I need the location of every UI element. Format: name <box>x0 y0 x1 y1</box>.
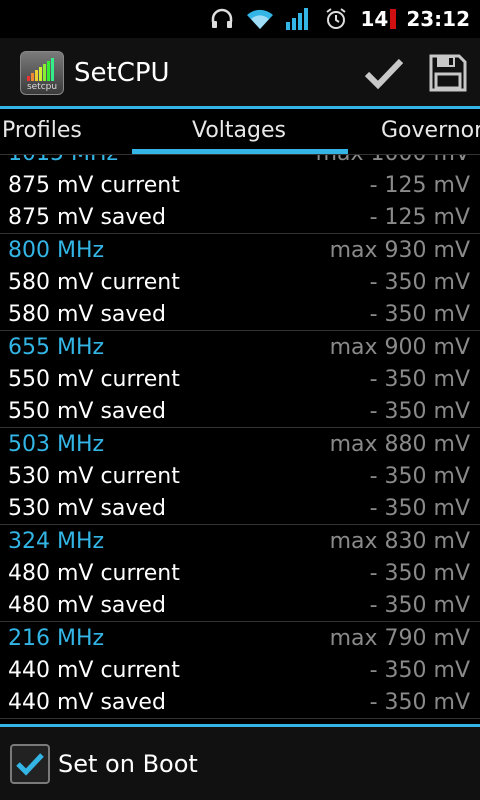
max-voltage: max 880 mV <box>329 431 470 457</box>
current-voltage: 530 mV current <box>8 463 180 489</box>
action-bar: setcpu SetCPU <box>0 38 480 108</box>
frequency-label: 655 MHz <box>8 334 105 360</box>
current-row: 530 mV current - 350 mV <box>0 460 480 492</box>
clock: 23:12 <box>406 7 470 31</box>
tab-governor[interactable]: Governor <box>381 109 480 155</box>
current-row: 550 mV current - 350 mV <box>0 363 480 395</box>
current-voltage: 580 mV current <box>8 269 180 295</box>
current-row: 440 mV current - 350 mV <box>0 654 480 686</box>
saved-voltage: 440 mV saved <box>8 689 166 715</box>
current-row: 875 mV current - 125 mV <box>0 169 480 201</box>
saved-row: 440 mV saved - 350 mV <box>0 686 480 718</box>
saved-offset: - 350 mV <box>369 495 470 521</box>
max-voltage: max 930 mV <box>329 237 470 263</box>
voltage-group[interactable]: 216 MHz max 790 mV 440 mV current - 350 … <box>0 622 480 719</box>
freq-row: 655 MHz max 900 mV <box>0 331 480 363</box>
current-voltage: 440 mV current <box>8 657 180 683</box>
max-voltage: max 830 mV <box>329 528 470 554</box>
saved-offset: - 350 mV <box>369 301 470 327</box>
frequency-label: 216 MHz <box>8 625 105 651</box>
current-offset: - 350 mV <box>369 366 470 392</box>
current-row: 580 mV current - 350 mV <box>0 266 480 298</box>
calendar-day-text: 14 <box>360 7 389 31</box>
saved-row: 875 mV saved - 125 mV <box>0 201 480 233</box>
freq-row: 216 MHz max 790 mV <box>0 622 480 654</box>
saved-row: 480 mV saved - 350 mV <box>0 589 480 621</box>
saved-offset: - 350 mV <box>369 398 470 424</box>
max-voltage: max 900 mV <box>329 334 470 360</box>
tab-profiles[interactable]: Profiles <box>2 109 82 155</box>
set-on-boot-checkbox[interactable] <box>10 743 50 784</box>
battery-low-indicator <box>390 9 397 29</box>
voltage-group[interactable]: 1015 MHz max 1000 mV 875 mV current - 12… <box>0 155 480 234</box>
checkmark-icon <box>16 752 44 776</box>
voltage-list[interactable]: 1015 MHz max 1000 mV 875 mV current - 12… <box>0 155 480 725</box>
freq-row: 800 MHz max 930 mV <box>0 234 480 266</box>
set-on-boot-label[interactable]: Set on Boot <box>58 750 198 778</box>
app-icon-label: setcpu <box>26 82 58 92</box>
voltage-group[interactable]: 324 MHz max 830 mV 480 mV current - 350 … <box>0 525 480 622</box>
freq-row: 1015 MHz max 1000 mV <box>0 155 480 169</box>
current-voltage: 550 mV current <box>8 366 180 392</box>
saved-voltage: 580 mV saved <box>8 301 166 327</box>
max-voltage: max 1000 mV <box>316 155 470 166</box>
current-voltage: 480 mV current <box>8 560 180 586</box>
bottom-bar: Set on Boot <box>0 727 480 800</box>
signal-icon <box>284 5 312 33</box>
saved-voltage: 550 mV saved <box>8 398 166 424</box>
current-offset: - 350 mV <box>369 269 470 295</box>
current-row: 480 mV current - 350 mV <box>0 557 480 589</box>
status-bar: 14 23:12 <box>0 0 480 38</box>
voltage-group[interactable]: 503 MHz max 880 mV 530 mV current - 350 … <box>0 428 480 525</box>
save-button[interactable] <box>416 38 480 108</box>
wifi-icon <box>246 5 274 33</box>
voltage-group[interactable]: 800 MHz max 930 mV 580 mV current - 350 … <box>0 234 480 331</box>
frequency-label: 503 MHz <box>8 431 105 457</box>
saved-row: 530 mV saved - 350 mV <box>0 492 480 524</box>
freq-row: 324 MHz max 830 mV <box>0 525 480 557</box>
saved-voltage: 480 mV saved <box>8 592 166 618</box>
frequency-label: 1015 MHz <box>8 155 118 166</box>
max-voltage: max 790 mV <box>329 625 470 651</box>
saved-voltage: 530 mV saved <box>8 495 166 521</box>
frequency-label: 324 MHz <box>8 528 105 554</box>
saved-offset: - 125 mV <box>369 204 470 230</box>
alarm-icon <box>322 5 350 33</box>
saved-offset: - 350 mV <box>369 689 470 715</box>
current-offset: - 350 mV <box>369 463 470 489</box>
frequency-label: 800 MHz <box>8 237 105 263</box>
current-offset: - 125 mV <box>369 172 470 198</box>
freq-row: 503 MHz max 880 mV <box>0 428 480 460</box>
saved-row: 580 mV saved - 350 mV <box>0 298 480 330</box>
saved-row: 550 mV saved - 350 mV <box>0 395 480 427</box>
calendar-day: 14 <box>360 7 397 31</box>
saved-offset: - 350 mV <box>369 592 470 618</box>
headphones-icon <box>208 5 236 33</box>
save-icon <box>429 54 467 92</box>
voltage-group[interactable]: 655 MHz max 900 mV 550 mV current - 350 … <box>0 331 480 428</box>
current-offset: - 350 mV <box>369 657 470 683</box>
app-icon[interactable]: setcpu <box>20 51 64 95</box>
saved-voltage: 875 mV saved <box>8 204 166 230</box>
current-voltage: 875 mV current <box>8 172 180 198</box>
apply-check-icon <box>364 58 404 90</box>
current-offset: - 350 mV <box>369 560 470 586</box>
app-title: SetCPU <box>74 58 170 88</box>
apply-button[interactable] <box>352 38 416 108</box>
